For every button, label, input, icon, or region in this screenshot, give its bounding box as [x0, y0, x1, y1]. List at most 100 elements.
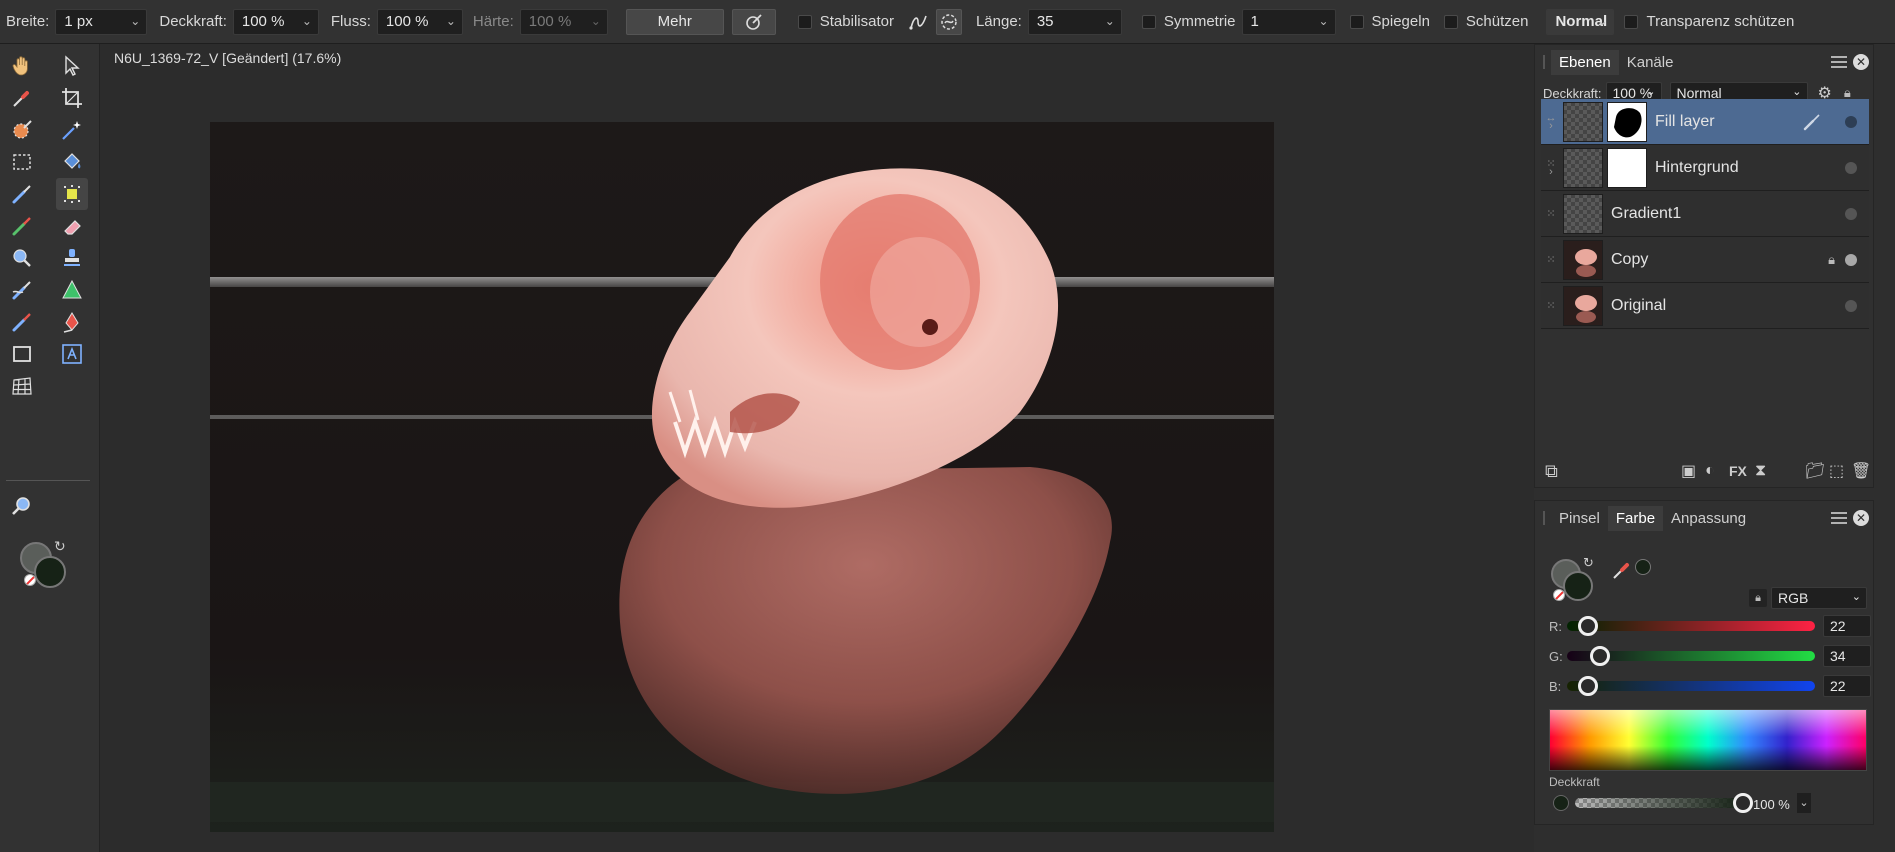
opacity-field[interactable]: 100 % ⌄	[232, 8, 319, 35]
panel-grip[interactable]	[1543, 55, 1545, 69]
brush-dynamics-button[interactable]	[731, 8, 776, 35]
window-mode-button[interactable]	[935, 8, 962, 35]
tab-adjustments[interactable]: Anpassung	[1663, 506, 1754, 531]
visibility-toggle[interactable]	[1845, 161, 1857, 174]
more-button[interactable]: Mehr	[625, 8, 724, 35]
pixel-tool[interactable]	[56, 178, 88, 210]
primary-color-swatch[interactable]	[1563, 571, 1593, 601]
layer-row-copy[interactable]: ⁙ Copy 🔒︎	[1541, 237, 1869, 283]
adjustment-layer-icon[interactable]: ◐	[1705, 462, 1715, 480]
lock-icon[interactable]: 🔒︎	[1828, 252, 1835, 268]
red-slider[interactable]	[1567, 616, 1815, 636]
layer-expand-icon[interactable]: ⁙ ›	[1541, 158, 1561, 177]
image-canvas[interactable]	[210, 122, 1274, 832]
red-slider-knob[interactable]	[1578, 616, 1599, 636]
panel-menu-icon[interactable]	[1830, 55, 1848, 69]
panel-grip[interactable]	[1543, 511, 1545, 525]
fx-icon[interactable]: FX	[1729, 463, 1747, 479]
layer-stack-icon[interactable]: ⧉	[1545, 461, 1558, 482]
paint-brush-tool[interactable]	[6, 178, 38, 210]
tab-layers[interactable]: Ebenen	[1551, 49, 1619, 75]
red-value-field[interactable]: 22	[1823, 615, 1871, 637]
opacity-value[interactable]: 100 %	[1753, 797, 1790, 812]
tab-channels[interactable]: Kanäle	[1619, 50, 1682, 75]
layer-row-gradient1[interactable]: ⁙ Gradient1	[1541, 191, 1869, 237]
layer-row-original[interactable]: ⁙ Original	[1541, 283, 1869, 329]
color-picker-tool[interactable]	[6, 82, 38, 114]
color-spectrum[interactable]	[1549, 709, 1867, 771]
folder-icon[interactable]: 📁︎	[1805, 461, 1825, 481]
text-tool[interactable]	[56, 338, 88, 370]
length-field[interactable]: 35 ⌄	[1027, 8, 1122, 35]
selection-brush-tool[interactable]	[6, 114, 38, 146]
green-slider[interactable]	[1567, 646, 1815, 666]
no-color-icon[interactable]	[24, 574, 36, 586]
opacity-slider-knob[interactable]	[1733, 793, 1753, 813]
gradient-tool[interactable]	[56, 274, 88, 306]
mirror-checkbox[interactable]	[1349, 14, 1364, 29]
smudge-tool[interactable]	[6, 274, 38, 306]
healing-brush-tool[interactable]	[6, 306, 38, 338]
symmetry-field[interactable]: 1 ⌄	[1241, 8, 1336, 35]
mesh-warp-tool[interactable]	[6, 370, 38, 402]
move-tool[interactable]	[56, 50, 88, 82]
opacity-slider[interactable]	[1575, 793, 1753, 813]
visibility-toggle[interactable]	[1845, 115, 1857, 128]
crop-tool[interactable]	[56, 82, 88, 114]
primary-color-swatch[interactable]	[34, 556, 66, 588]
rope-mode-button[interactable]	[906, 9, 932, 35]
protect-alpha-checkbox[interactable]	[1624, 14, 1639, 29]
retouch-brush-tool[interactable]	[6, 210, 38, 242]
dodge-tool[interactable]	[6, 242, 38, 274]
green-value-field[interactable]: 34	[1823, 645, 1871, 667]
blue-slider[interactable]	[1567, 676, 1815, 696]
pen-tool[interactable]	[56, 306, 88, 338]
flow-field[interactable]: 100 % ⌄	[376, 8, 463, 35]
layer-row-hintergrund[interactable]: ⁙ › Hintergrund	[1541, 145, 1869, 191]
no-color-icon[interactable]	[1553, 589, 1565, 601]
eyedropper-icon[interactable]	[1611, 559, 1633, 581]
stabilizer-checkbox[interactable]	[797, 14, 812, 29]
mask-layer-icon[interactable]: ▣	[1681, 461, 1696, 481]
clone-tool[interactable]	[56, 242, 88, 274]
document-title[interactable]: N6U_1369-72_V [Geändert] (17.6%)	[114, 50, 341, 66]
visibility-toggle[interactable]	[1845, 299, 1857, 312]
tab-brushes[interactable]: Pinsel	[1551, 506, 1608, 531]
live-filter-icon[interactable]: ⧗	[1755, 462, 1766, 480]
lock-icon[interactable]: 🔒︎	[1749, 589, 1767, 607]
view-tool[interactable]	[6, 50, 38, 82]
blue-value-field[interactable]: 22	[1823, 675, 1871, 697]
marquee-tool[interactable]	[6, 146, 38, 178]
visibility-toggle[interactable]	[1845, 253, 1857, 266]
layer-row-fill-layer[interactable]: ↔ › Fill layer	[1541, 99, 1869, 145]
blend-mode-dropdown[interactable]: Normal ⌄	[1546, 8, 1615, 35]
picked-color-swatch[interactable]	[1635, 559, 1651, 575]
tab-color[interactable]: Farbe	[1607, 505, 1664, 531]
symmetry-checkbox[interactable]	[1141, 14, 1156, 29]
panel-menu-icon[interactable]	[1830, 511, 1848, 525]
drag-handle-icon[interactable]: ⁙	[1541, 300, 1561, 311]
mask-thumbnail[interactable]	[1607, 147, 1647, 188]
zoom-tool[interactable]	[6, 490, 38, 522]
protect-checkbox[interactable]	[1443, 14, 1458, 29]
erase-brush-tool[interactable]	[56, 210, 88, 242]
swap-colors-icon[interactable]: ↻	[1583, 555, 1594, 571]
magic-wand-tool[interactable]	[56, 114, 88, 146]
swap-colors-icon[interactable]: ↻	[54, 538, 66, 555]
width-field[interactable]: 1 px ⌄	[55, 8, 148, 35]
flood-fill-tool[interactable]	[56, 146, 88, 178]
drag-handle-icon[interactable]: ⁙	[1541, 208, 1561, 219]
add-layer-icon[interactable]: ⬚	[1829, 461, 1844, 481]
color-swatch-stack[interactable]: ↻	[1551, 555, 1603, 611]
close-icon[interactable]: ✕	[1853, 54, 1869, 70]
color-model-dropdown[interactable]: RGB ⌄	[1771, 587, 1867, 609]
visibility-toggle[interactable]	[1845, 207, 1857, 220]
blue-slider-knob[interactable]	[1578, 676, 1599, 696]
mask-thumbnail[interactable]	[1607, 101, 1647, 142]
rectangle-tool[interactable]	[6, 338, 38, 370]
color-swatches[interactable]: ↻	[20, 538, 76, 598]
close-icon[interactable]: ✕	[1853, 510, 1869, 526]
green-slider-knob[interactable]	[1589, 646, 1610, 666]
chevron-down-icon[interactable]: ⌄	[1797, 793, 1811, 813]
layer-expand-icon[interactable]: ↔ ›	[1541, 112, 1561, 131]
